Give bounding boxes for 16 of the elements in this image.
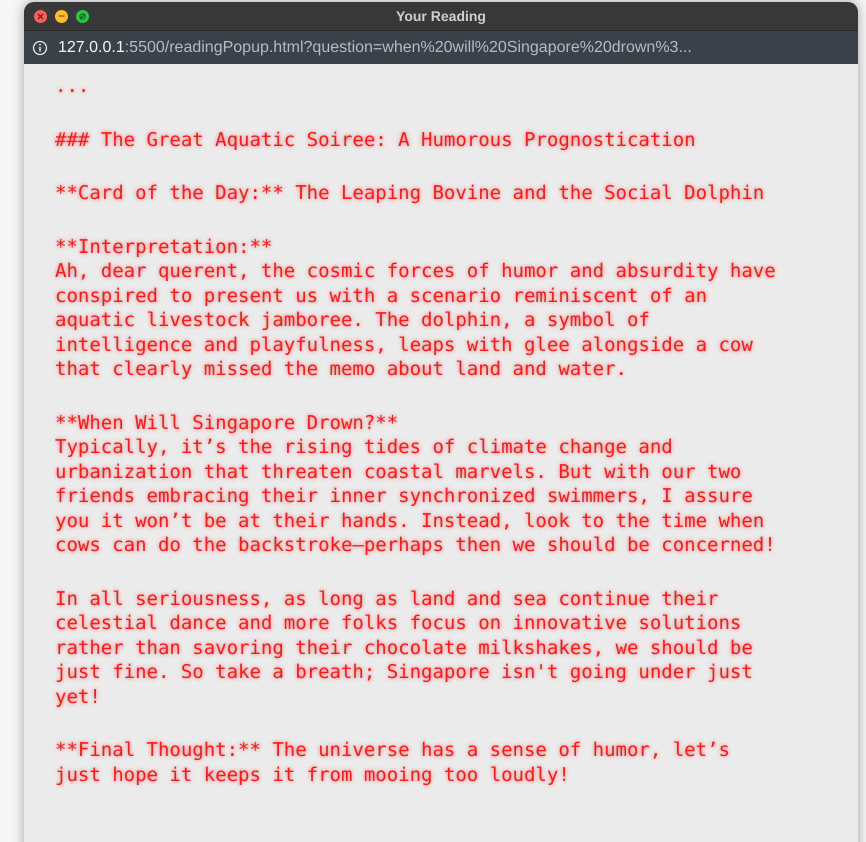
minimize-button[interactable] [55, 10, 68, 22]
reading-paragraph: **When Will Singapore Drown?** Typically, it’s the rising tides of climate change and urbanization that threaten coastal marvels. But with our two friends embracing their inner synchronized swimmers, I assure you it won’t be at their hands. Instead, look to the time when cows can do the backstroke—perhaps then we should be concerned! [55, 410, 776, 558]
zoom-icon [79, 12, 86, 20]
reading-paragraph: ### The Great Aquatic Soiree: A Humorous Prognostication [55, 128, 697, 152]
info-icon[interactable] [32, 40, 48, 56]
reading-paragraph: **Final Thought:** The universe has a sense of humor, let’s just hope it keeps it from mooing too loudly! [55, 738, 731, 787]
reading-paragraph: **Card of the Day:** The Leaping Bovine and the Social Dolphin [55, 181, 766, 206]
close-button[interactable] [34, 10, 47, 22]
close-icon [37, 12, 44, 20]
reading-paragraph: In all seriousness, as long as land and sea continue their celestial dance and more folks focus on innovative solutions rather than savoring their chocolate milkshakes, we should be just fine. So take a breath; Singapore isn't going under just yet! [55, 586, 754, 709]
zoom-button[interactable] [76, 10, 89, 22]
reading-paragraph: ... [55, 74, 90, 98]
minimize-icon [58, 15, 65, 17]
window-title: Your Reading [396, 6, 486, 26]
url-text[interactable]: 127.0.0.1:5500/readingPopup.html?question=when%20will%20Singapore%20drown%3... [58, 36, 692, 60]
reading-paragraph: **Interpretation:** Ah, dear querent, the cosmic forces of humor and absurdity have conspired to present us with a scenario reminiscent of an aquatic livestock jamboree. The dolphin, a symbol of intelligence and playfulness, leaps with glee alongside a cow that clearly missed the memo about land and water. [55, 234, 776, 382]
